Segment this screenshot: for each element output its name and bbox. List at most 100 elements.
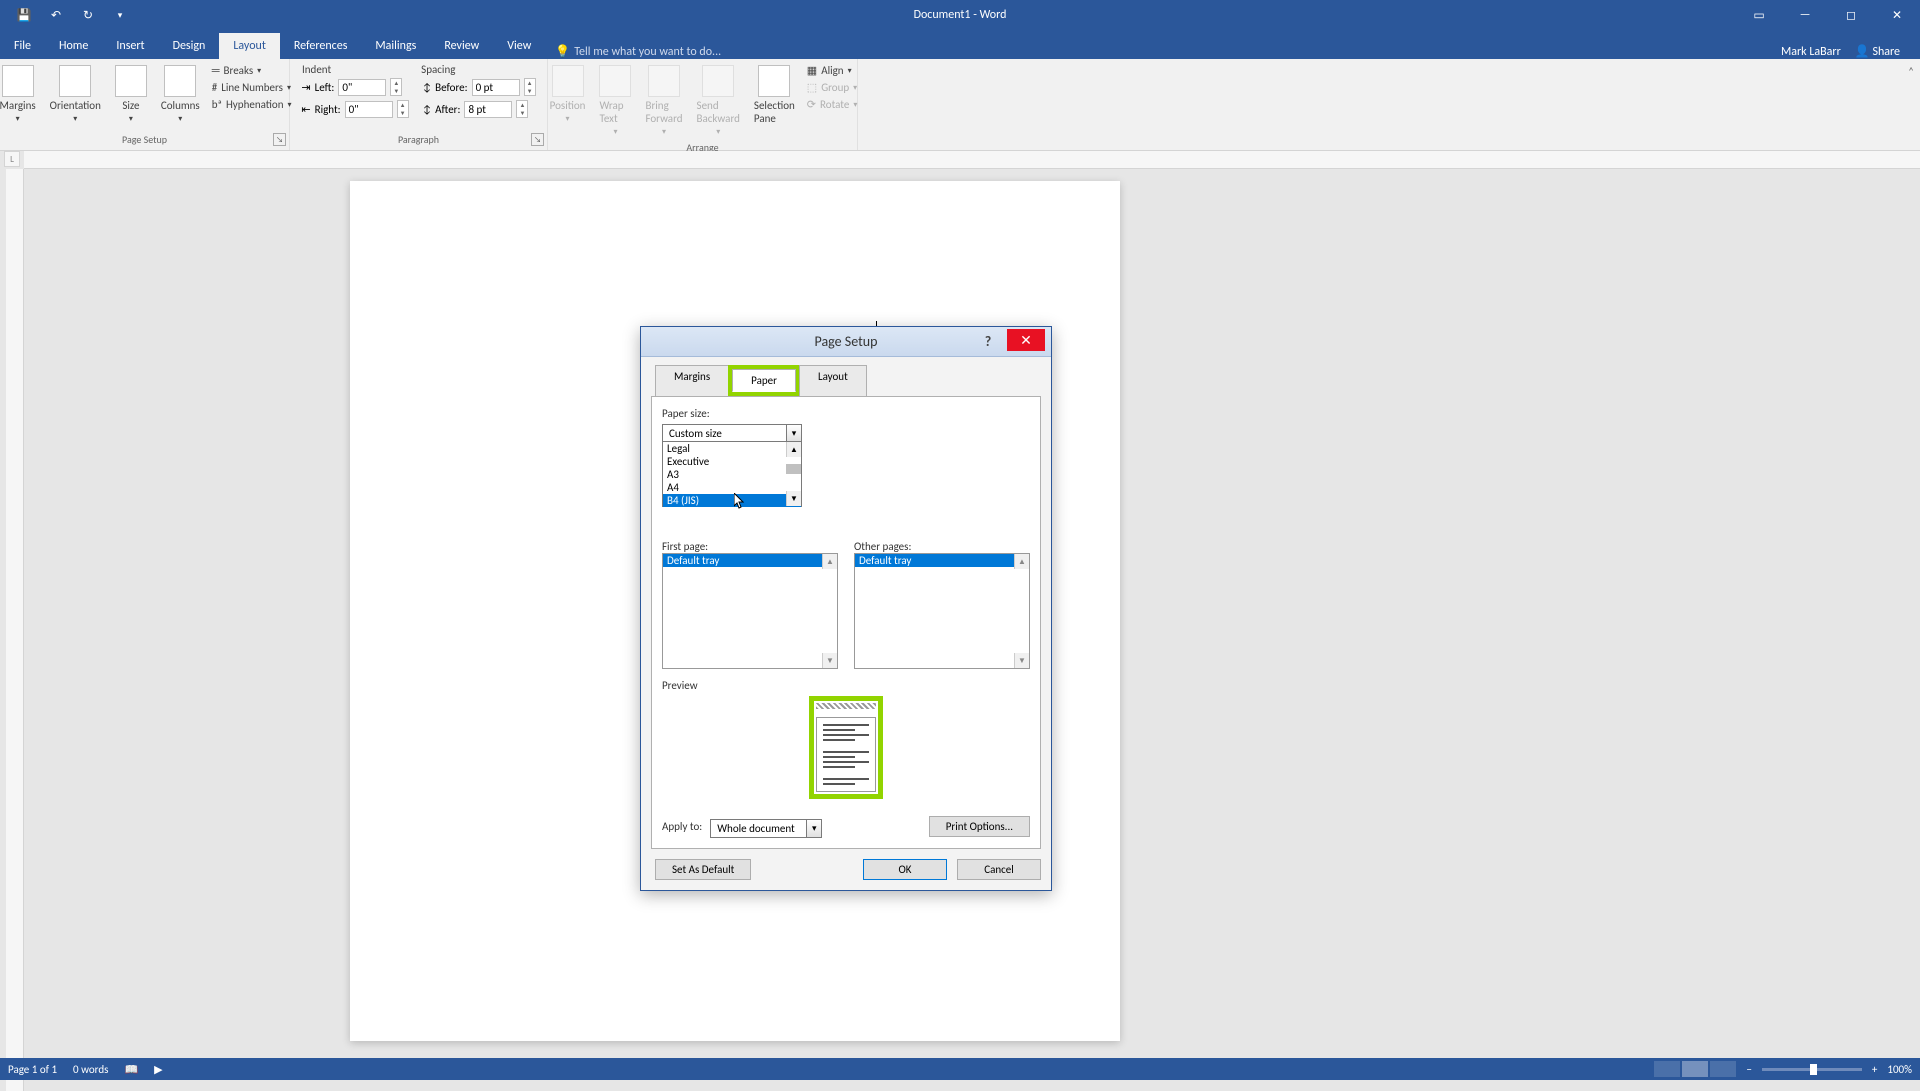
first-page-listbox[interactable]: Default tray ▲ ▼ [662,553,838,669]
indent-heading: Indent [302,63,331,76]
read-mode-icon[interactable] [1654,1061,1680,1077]
vertical-ruler[interactable] [6,169,24,1091]
paper-option-a3[interactable]: A3 [663,468,801,481]
ribbon-display-icon[interactable]: ▭ [1736,0,1782,30]
zoom-out-icon[interactable]: − [1746,1063,1751,1076]
print-layout-icon[interactable] [1682,1061,1708,1077]
paper-option-legal[interactable]: Legal [663,442,801,455]
paper-option-a4[interactable]: A4 [663,481,801,494]
align-button[interactable]: ▦Align ▾ [805,63,860,78]
columns-button[interactable]: Columns▾ [157,63,204,126]
horizontal-ruler[interactable] [24,151,1920,169]
breaks-label: Breaks [224,64,254,77]
web-layout-icon[interactable] [1710,1061,1736,1077]
selection-pane-button[interactable]: Selection Pane [750,63,799,127]
spacing-after-field[interactable]: ↕After:▲▼ [423,100,536,118]
scroll-down-icon[interactable]: ▼ [1014,653,1029,668]
save-icon[interactable]: 💾 [16,7,32,23]
spellcheck-icon[interactable]: 📖 [124,1063,138,1076]
scroll-down-icon[interactable]: ▼ [822,653,837,668]
hyphenation-button[interactable]: bªHyphenation ▾ [210,97,294,112]
zoom-in-icon[interactable]: + [1872,1063,1877,1076]
page-indicator[interactable]: Page 1 of 1 [8,1063,57,1076]
zoom-slider[interactable] [1762,1068,1862,1071]
tab-selector-icon[interactable]: L [4,151,20,167]
qat-customize-icon[interactable]: ▾ [112,7,128,23]
tell-me-search[interactable]: 💡 Tell me what you want to do... [545,44,731,59]
breaks-button[interactable]: ═Breaks ▾ [210,63,294,78]
other-pages-listbox[interactable]: Default tray ▲ ▼ [854,553,1030,669]
margins-button[interactable]: Margins▾ [0,63,40,126]
size-button[interactable]: Size▾ [111,63,151,126]
orientation-button[interactable]: Orientation▾ [46,63,105,126]
dialog-tab-layout[interactable]: Layout [799,365,867,396]
apply-to-combobox[interactable]: Whole document ▾ [710,819,822,838]
scroll-up-icon[interactable]: ▲ [786,442,801,457]
paper-size-dropdown[interactable]: Legal Executive A3 A4 B4 (JIS) ▲ ▼ [662,441,802,507]
paragraph-launcher-icon[interactable]: ↘ [531,133,544,146]
collapse-ribbon-icon[interactable]: ˄ [1908,65,1914,78]
line-numbers-button[interactable]: #Line Numbers ▾ [210,80,294,95]
dialog-tab-margins[interactable]: Margins [655,365,729,396]
close-icon[interactable]: ✕ [1874,0,1920,30]
print-options-button[interactable]: Print Options... [929,816,1030,837]
quick-access-toolbar: 💾 ↶ ↻ ▾ [0,7,128,23]
other-pages-selected: Default tray [855,554,1029,567]
dialog-titlebar[interactable]: Page Setup ? ✕ [641,327,1051,357]
zoom-level[interactable]: 100% [1887,1063,1912,1076]
ok-button[interactable]: OK [863,859,947,880]
align-label: Align [821,64,843,77]
chevron-down-icon[interactable]: ▾ [806,819,822,838]
redo-icon[interactable]: ↻ [80,7,96,23]
scroll-up-icon[interactable]: ▲ [822,554,837,569]
paper-option-executive[interactable]: Executive [663,455,801,468]
spacing-before-field[interactable]: ↕Before:▲▼ [423,78,536,96]
ribbon-tabs: File Home Insert Design Layout Reference… [0,30,1920,59]
indent-right-field[interactable]: ⇤Right:▲▼ [301,100,408,118]
dialog-close-icon[interactable]: ✕ [1007,329,1045,351]
undo-icon[interactable]: ↶ [48,7,64,23]
word-count[interactable]: 0 words [73,1063,108,1076]
minimize-icon[interactable]: — [1782,0,1828,30]
tab-review[interactable]: Review [430,33,493,59]
group-obj-label: Group [821,81,849,94]
spacing-before-input[interactable] [472,79,520,96]
tab-design[interactable]: Design [159,33,220,59]
tab-mailings[interactable]: Mailings [361,33,430,59]
cancel-button[interactable]: Cancel [957,859,1041,880]
wrap-label: Wrap Text [599,99,631,125]
set-default-button[interactable]: Set As Default [655,859,751,880]
tab-file[interactable]: File [0,33,45,59]
scroll-up-icon[interactable]: ▲ [1014,554,1029,569]
group-button: ⬚Group ▾ [805,80,860,95]
indent-left-field[interactable]: ⇥Left:▲▼ [301,78,408,96]
share-button[interactable]: 👤 Share [1855,44,1900,59]
scroll-thumb[interactable] [786,464,801,474]
paper-size-label: Paper size: [662,407,1030,420]
indent-left-input[interactable] [338,79,386,96]
align-icon: ▦ [807,64,817,77]
scroll-down-icon[interactable]: ▼ [786,491,801,506]
indent-right-input[interactable] [345,101,393,118]
page-setup-launcher-icon[interactable]: ↘ [273,133,286,146]
paper-option-b4jis[interactable]: B4 (JIS) [663,494,801,507]
line-numbers-icon: # [212,81,217,94]
tell-me-placeholder: Tell me what you want to do... [574,45,721,59]
tab-references[interactable]: References [280,33,362,59]
send-label: Send Backward [697,99,740,125]
spacing-after-input[interactable] [464,101,512,118]
macro-icon[interactable]: ▶ [154,1063,162,1076]
maximize-icon[interactable]: ◻ [1828,0,1874,30]
size-label: Size [122,99,139,112]
position-label: Position [550,99,586,112]
tab-insert[interactable]: Insert [102,33,158,59]
dialog-help-icon[interactable]: ? [973,332,1003,352]
ribbon: Margins▾ Orientation▾ Size▾ Columns▾ ═Br… [0,59,1920,151]
tab-view[interactable]: View [493,33,545,59]
user-name[interactable]: Mark LaBarr [1781,45,1841,59]
tab-layout[interactable]: Layout [219,33,280,59]
tab-home[interactable]: Home [45,33,102,59]
dialog-tab-paper[interactable]: Paper [732,369,796,392]
apply-to-value: Whole document [710,819,806,838]
bring-forward-button: Bring Forward▾ [641,63,686,139]
